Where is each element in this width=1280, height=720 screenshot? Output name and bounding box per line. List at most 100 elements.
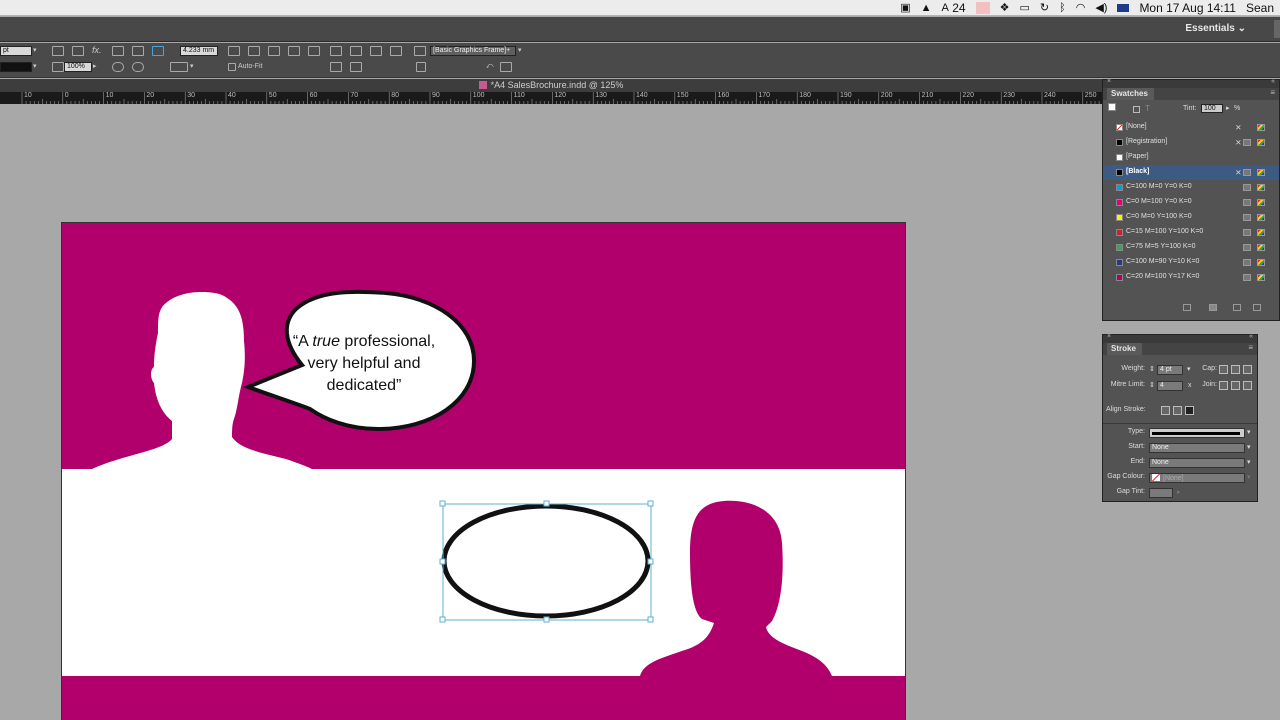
gap-tint-field[interactable]	[1149, 488, 1173, 498]
projecting-cap-icon[interactable]	[1243, 365, 1252, 374]
opacity-field[interactable]: 100%	[64, 62, 92, 72]
start-dropdown[interactable]: None	[1149, 443, 1245, 453]
clear-overrides-icon[interactable]	[416, 62, 426, 72]
adobe-creative-cloud-status[interactable]: A 24	[942, 0, 966, 16]
stroke-type-dropdown-icon[interactable]: ▾	[33, 62, 43, 72]
selection-handle-br[interactable]	[647, 616, 654, 623]
camera-icon[interactable]: ▣	[900, 0, 910, 16]
fit-content-proportionally-icon[interactable]	[228, 46, 240, 56]
show-all-swatches-icon[interactable]	[1183, 304, 1191, 311]
selection-handle-mr[interactable]	[647, 558, 654, 565]
stroke-tab[interactable]: Stroke	[1107, 343, 1142, 355]
swatch-row[interactable]: [Black] ⨯	[1103, 165, 1279, 180]
search-field-edge[interactable]	[1274, 20, 1280, 38]
swatch-row[interactable]: C=100 M=0 Y=0 K=0	[1103, 180, 1279, 195]
frame-shape-icon[interactable]	[132, 62, 144, 72]
weight-stepper-icon[interactable]: ⇕	[1149, 365, 1155, 373]
corner-shape-icon[interactable]	[170, 62, 188, 72]
fill-frame-proportionally-icon[interactable]	[248, 46, 260, 56]
butt-cap-icon[interactable]	[1219, 365, 1228, 374]
swatch-row[interactable]: C=100 M=90 Y=10 K=0	[1103, 255, 1279, 270]
opacity-dropdown-icon[interactable]: ▸	[93, 62, 103, 72]
menubar-clock[interactable]: Mon 17 Aug 14:11	[1139, 0, 1236, 16]
mitre-limit-field[interactable]: 4	[1157, 381, 1183, 391]
fit-content-to-frame-icon[interactable]	[268, 46, 280, 56]
selection-handle-tm[interactable]	[543, 500, 550, 507]
content-select-icon[interactable]	[72, 46, 84, 56]
effects-fx-icon[interactable]: fx.	[92, 45, 102, 55]
close-panel-icon[interactable]: ×	[1107, 78, 1111, 85]
gap-colour-dropdown[interactable]: [None]	[1149, 473, 1245, 483]
bevel-join-icon[interactable]	[1243, 381, 1252, 390]
drive-icon[interactable]: ▲	[921, 0, 932, 16]
swatch-row[interactable]: [Registration] ⨯	[1103, 135, 1279, 150]
align-top-icon[interactable]	[330, 62, 342, 72]
stroke-weight-field[interactable]: pt	[0, 46, 32, 56]
delete-swatch-icon[interactable]	[1253, 304, 1261, 311]
dropbox-icon[interactable]: ❖	[1000, 0, 1010, 16]
align-stroke-center-icon[interactable]	[1161, 406, 1170, 415]
close-panel-icon[interactable]: ×	[1107, 333, 1111, 340]
align-right-icon[interactable]	[370, 46, 382, 56]
gap-tint-slider-icon[interactable]: ▸	[1177, 488, 1181, 496]
select-next-object-icon[interactable]	[132, 46, 144, 56]
document-tab[interactable]: *A4 SalesBrochure.indd @ 125%	[0, 79, 1102, 92]
weight-dropdown-icon[interactable]: ▾	[1187, 365, 1191, 373]
menu-extra-icon[interactable]	[975, 1, 990, 14]
format-container-icon[interactable]	[1133, 106, 1140, 113]
select-previous-object-icon[interactable]	[112, 46, 124, 56]
corner-shape-dropdown-icon[interactable]: ▾	[190, 62, 200, 72]
swatch-row[interactable]: [Paper]	[1103, 150, 1279, 165]
align-left-icon[interactable]	[330, 46, 342, 56]
document-page[interactable]: “A true professional, very helpful and d…	[61, 222, 906, 720]
selection-handle-ml[interactable]	[439, 558, 446, 565]
end-dropdown-icon[interactable]: ▾	[1247, 458, 1251, 466]
corner-size-field[interactable]: 4.233 mm	[180, 46, 218, 56]
panel-menu-icon[interactable]: ≡	[1270, 88, 1275, 97]
fit-frame-to-content-icon[interactable]	[288, 46, 300, 56]
selection-handle-tr[interactable]	[647, 500, 654, 507]
bluetooth-icon[interactable]: ᛒ	[1059, 0, 1066, 16]
tint-field[interactable]: 100	[1201, 104, 1223, 113]
quick-apply-icon[interactable]	[500, 62, 512, 72]
swatch-row[interactable]: C=20 M=100 Y=17 K=0	[1103, 270, 1279, 285]
tint-slider-icon[interactable]: ▸	[1226, 104, 1230, 112]
volume-icon[interactable]: ◀)	[1095, 0, 1107, 16]
speech-bubble-text[interactable]: “A true professional, very helpful and d…	[284, 331, 444, 397]
align-stroke-inside-icon[interactable]	[1173, 406, 1182, 415]
align-stroke-outside-icon[interactable]	[1185, 406, 1194, 415]
gap-colour-dropdown-icon[interactable]: ▾	[1247, 473, 1251, 481]
time-machine-icon[interactable]: ↻	[1040, 0, 1049, 16]
panel-menu-icon[interactable]: ≡	[1248, 343, 1253, 352]
weight-field[interactable]: 4 pt	[1157, 365, 1183, 375]
wifi-icon[interactable]: ◠	[1076, 0, 1086, 16]
stroke-weight-dropdown-icon[interactable]: ▾	[33, 46, 43, 56]
swatch-row[interactable]: [None] ⨯	[1103, 120, 1279, 135]
collapse-panel-icon[interactable]: «	[1271, 78, 1275, 85]
align-middle-icon[interactable]	[350, 62, 362, 72]
swatch-row[interactable]: C=0 M=0 Y=100 K=0	[1103, 210, 1279, 225]
stroke-type-dropdown[interactable]	[1149, 428, 1245, 438]
object-style-icon[interactable]	[414, 46, 426, 56]
round-cap-icon[interactable]	[1231, 365, 1240, 374]
input-flag-icon[interactable]	[1117, 3, 1130, 12]
horizontal-ruler[interactable]: 10 0 10 20 30 40 50 60 70 80 90 100 110 120 130 140 150 1…	[0, 92, 1102, 104]
stroke-type-field[interactable]	[0, 62, 32, 72]
workspace-switcher[interactable]: Essentials ⌄	[1185, 23, 1246, 34]
new-color-group-icon[interactable]	[1209, 304, 1217, 311]
menubar-user[interactable]: Sean	[1246, 0, 1274, 16]
undo-style-icon[interactable]: ⤺	[486, 62, 496, 72]
collapse-panel-icon[interactable]: «	[1249, 333, 1253, 340]
object-style-dropdown-icon[interactable]: ▾	[518, 46, 528, 56]
auto-fit-checkbox[interactable]	[228, 63, 236, 71]
swatch-row[interactable]: C=75 M=5 Y=100 K=0	[1103, 240, 1279, 255]
start-dropdown-icon[interactable]: ▾	[1247, 443, 1251, 451]
swatch-row[interactable]: C=0 M=100 Y=0 K=0	[1103, 195, 1279, 210]
end-dropdown[interactable]: None	[1149, 458, 1245, 468]
align-center-icon[interactable]	[350, 46, 362, 56]
object-style-dropdown[interactable]: [Basic Graphics Frame]+	[430, 46, 516, 56]
selection-handle-tl[interactable]	[439, 500, 446, 507]
selection-handle-bm[interactable]	[543, 616, 550, 623]
opacity-icon[interactable]	[52, 62, 64, 72]
miter-join-icon[interactable]	[1219, 381, 1228, 390]
